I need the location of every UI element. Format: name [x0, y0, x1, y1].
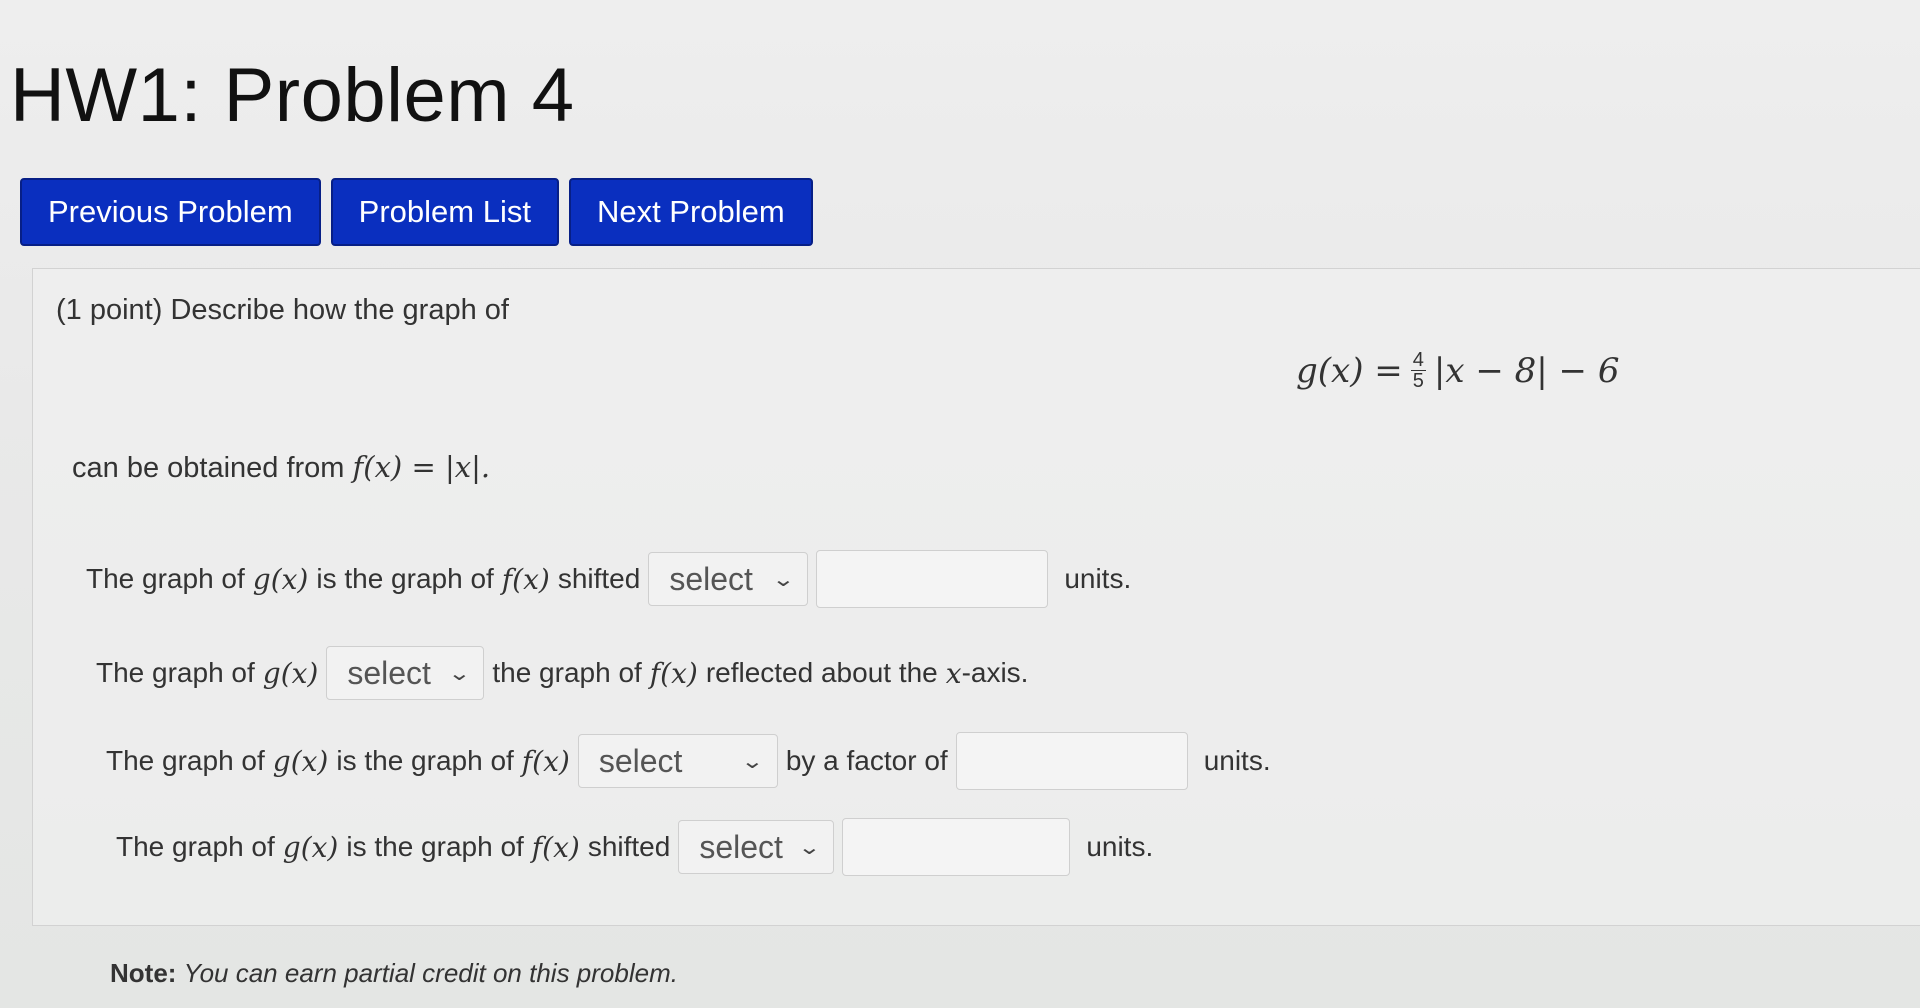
- units-label: units.: [1064, 563, 1132, 594]
- select-value: select: [347, 654, 431, 691]
- row-text: The graph of: [96, 657, 255, 688]
- obtained-from-text: can be obtained from f(x) = |x|.: [72, 450, 490, 485]
- row-text: is the graph of: [316, 563, 494, 594]
- row-text: The graph of: [86, 563, 245, 594]
- answer-row-2: The graph of g(x) select ⌄ the graph of …: [96, 646, 1036, 700]
- shift-direction-select-1[interactable]: select ⌄: [648, 552, 809, 606]
- partial-credit-note: Note: You can earn partial credit on thi…: [110, 958, 678, 989]
- row-text: shifted: [587, 831, 671, 862]
- obtained-prefix: can be obtained from: [72, 452, 345, 484]
- answer-row-1: The graph of g(x) is the graph of f(x) s…: [86, 550, 1139, 608]
- f-definition: f(x) = |x|.: [352, 450, 491, 484]
- select-value: select: [598, 742, 683, 779]
- chevron-down-icon: ⌄: [797, 836, 821, 859]
- note-text: You can earn partial credit on this prob…: [183, 958, 678, 988]
- factor-input[interactable]: [955, 732, 1188, 790]
- problem-list-button[interactable]: Problem List: [330, 178, 559, 246]
- previous-problem-button[interactable]: Previous Problem: [20, 178, 321, 246]
- g-formula-lhs: g(x) =: [1296, 350, 1403, 391]
- units-label: units.: [1086, 831, 1154, 862]
- fraction-numerator: 4: [1410, 349, 1426, 371]
- row-text: is the graph of: [336, 745, 514, 776]
- select-value: select: [699, 828, 783, 865]
- shift-amount-input-1[interactable]: [816, 550, 1049, 608]
- g-formula-rhs: |x − 8| − 6: [1433, 350, 1620, 391]
- select-value: select: [669, 560, 753, 597]
- problem-navigation: Previous Problem Problem List Next Probl…: [20, 178, 813, 246]
- f-symbol: f(x): [501, 562, 550, 596]
- g-formula: g(x) = 4 5 |x − 8| − 6: [1296, 350, 1619, 391]
- page: HW1: Problem 4 Previous Problem Problem …: [0, 0, 1920, 1008]
- axis-symbol: x: [945, 656, 962, 690]
- shift-direction-select-2[interactable]: select ⌄: [678, 820, 835, 874]
- row-text: The graph of: [106, 745, 265, 776]
- g-symbol: g(x): [272, 744, 329, 778]
- shift-amount-input-2[interactable]: [842, 818, 1071, 876]
- units-label: units.: [1203, 745, 1271, 776]
- row-text: is the graph of: [346, 831, 524, 862]
- row-text: by a factor of: [785, 745, 948, 776]
- row-text: -axis.: [961, 657, 1029, 688]
- chevron-down-icon: ⌄: [740, 750, 765, 773]
- f-symbol: f(x): [521, 744, 570, 778]
- f-symbol: f(x): [531, 830, 580, 864]
- row-text: The graph of: [116, 831, 275, 862]
- row-text: shifted: [557, 563, 641, 594]
- g-symbol: g(x): [282, 830, 339, 864]
- f-symbol: f(x): [649, 656, 698, 690]
- chevron-down-icon: ⌄: [447, 662, 471, 685]
- g-symbol: g(x): [262, 656, 319, 690]
- g-symbol: g(x): [252, 562, 309, 596]
- chevron-down-icon: ⌄: [771, 568, 795, 591]
- stretch-select[interactable]: select ⌄: [577, 734, 778, 788]
- row-text: reflected about the: [705, 657, 938, 688]
- page-title: HW1: Problem 4: [10, 53, 575, 138]
- reflection-select[interactable]: select ⌄: [326, 646, 485, 700]
- row-text: the graph of: [492, 657, 642, 688]
- problem-intro: (1 point) Describe how the graph of: [56, 294, 509, 326]
- note-label: Note:: [110, 958, 177, 988]
- fraction-denominator: 5: [1412, 370, 1424, 392]
- g-formula-fraction: 4 5: [1410, 349, 1426, 392]
- answer-row-3: The graph of g(x) is the graph of f(x) s…: [106, 732, 1279, 790]
- next-problem-button[interactable]: Next Problem: [568, 178, 813, 246]
- answer-row-4: The graph of g(x) is the graph of f(x) s…: [116, 818, 1161, 876]
